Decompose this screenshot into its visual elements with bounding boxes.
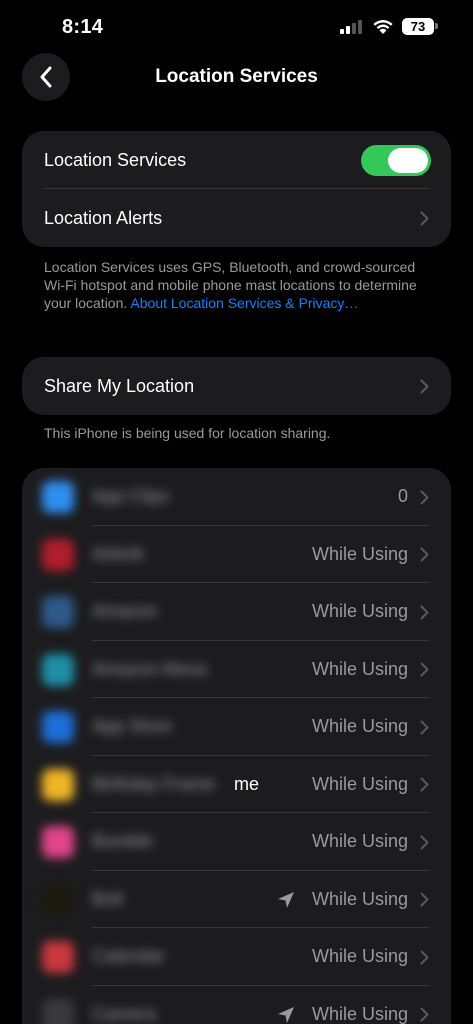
app-name: App Clips: [92, 486, 170, 506]
permission-value: While Using: [311, 658, 408, 679]
chevron-right-icon: [420, 211, 429, 226]
share-my-location-label: Share My Location: [44, 375, 195, 396]
permission-value: While Using: [311, 543, 408, 564]
cellular-signal-icon: [340, 20, 364, 34]
chevron-right-icon: [420, 835, 429, 850]
app-name: Amazon Alexa: [92, 658, 208, 679]
app-row[interactable]: Bumble While Using: [22, 813, 451, 871]
app-icon: [42, 998, 74, 1024]
location-arrow-icon: [278, 1006, 294, 1023]
app-icon: [42, 768, 74, 801]
app-name: Birthday Frame: [92, 773, 216, 794]
app-row[interactable]: Camera While Using: [22, 986, 451, 1024]
app-icon: [42, 538, 74, 571]
status-bar: 8:14 73: [0, 0, 473, 56]
chevron-right-icon: [420, 490, 429, 505]
chevron-right-icon: [420, 662, 429, 677]
chevron-right-icon: [420, 950, 429, 965]
app-icon: [42, 596, 74, 628]
app-icon: [42, 883, 74, 916]
permission-value: While Using: [311, 716, 408, 736]
permission-value: 0: [397, 486, 408, 506]
location-services-toggle[interactable]: [361, 145, 431, 176]
app-icon: [42, 653, 74, 686]
app-row[interactable]: Amazon Alexa While Using: [22, 641, 451, 698]
battery-tip: [435, 23, 438, 29]
permission-value: While Using: [311, 946, 408, 966]
location-alerts-label: Location Alerts: [44, 207, 163, 228]
app-name: Calendar: [92, 946, 166, 966]
share-location-card: Share My Location: [22, 357, 451, 415]
permission-value: While Using: [311, 831, 408, 851]
app-icon: [42, 826, 74, 858]
app-row[interactable]: Amazon While Using: [22, 583, 451, 641]
app-name: Camera: [92, 1003, 157, 1024]
app-row[interactable]: App Store While Using: [22, 698, 451, 756]
location-services-description: Location Services uses GPS, Bluetooth, a…: [44, 258, 424, 312]
location-arrow-icon: [278, 891, 294, 908]
app-icon: [42, 941, 74, 973]
location-services-row: Location Services: [22, 131, 451, 189]
battery-icon: 73: [402, 18, 434, 35]
app-name: Amazon: [92, 601, 159, 621]
chevron-right-icon: [420, 379, 429, 394]
app-icon: [42, 481, 74, 513]
permission-value: While Using: [311, 601, 408, 621]
app-name: Bumble: [92, 831, 154, 851]
app-row[interactable]: App Clips 0: [22, 468, 451, 526]
wifi-icon: [373, 20, 393, 34]
chevron-right-icon: [420, 605, 429, 620]
app-row[interactable]: Airbnb While Using: [22, 526, 451, 583]
chevron-right-icon: [420, 777, 429, 792]
app-name: App Store: [92, 716, 173, 736]
permission-value: While Using: [311, 1003, 408, 1024]
chevron-right-icon: [420, 892, 429, 907]
location-services-label: Location Services: [44, 149, 187, 170]
app-permissions-list: App Clips 0 Airbnb While Using Amazon While U…: [22, 468, 451, 1024]
app-row[interactable]: Calendar While Using: [22, 928, 451, 986]
chevron-right-icon: [420, 547, 429, 562]
app-row[interactable]: Bolt While Using: [22, 871, 451, 928]
permission-value: While Using: [311, 773, 408, 794]
app-name: Airbnb: [92, 543, 145, 564]
app-name: Bolt: [92, 888, 124, 909]
app-row[interactable]: Birthday Frame me While Using: [22, 756, 451, 813]
chevron-right-icon: [420, 1007, 429, 1022]
share-my-location-row[interactable]: Share My Location: [22, 357, 451, 415]
share-location-note: This iPhone is being used for location s…: [44, 425, 331, 441]
about-privacy-link[interactable]: About Location Services & Privacy…: [130, 295, 358, 311]
app-icon: [42, 711, 74, 743]
chevron-right-icon: [420, 720, 429, 735]
status-time: 8:14: [62, 16, 104, 38]
app-name-visible-part: me: [234, 773, 260, 794]
location-settings-card: Location Services Location Alerts: [22, 131, 451, 247]
location-alerts-row[interactable]: Location Alerts: [22, 189, 451, 247]
permission-value: While Using: [311, 888, 408, 909]
page-title: Location Services: [155, 66, 318, 87]
